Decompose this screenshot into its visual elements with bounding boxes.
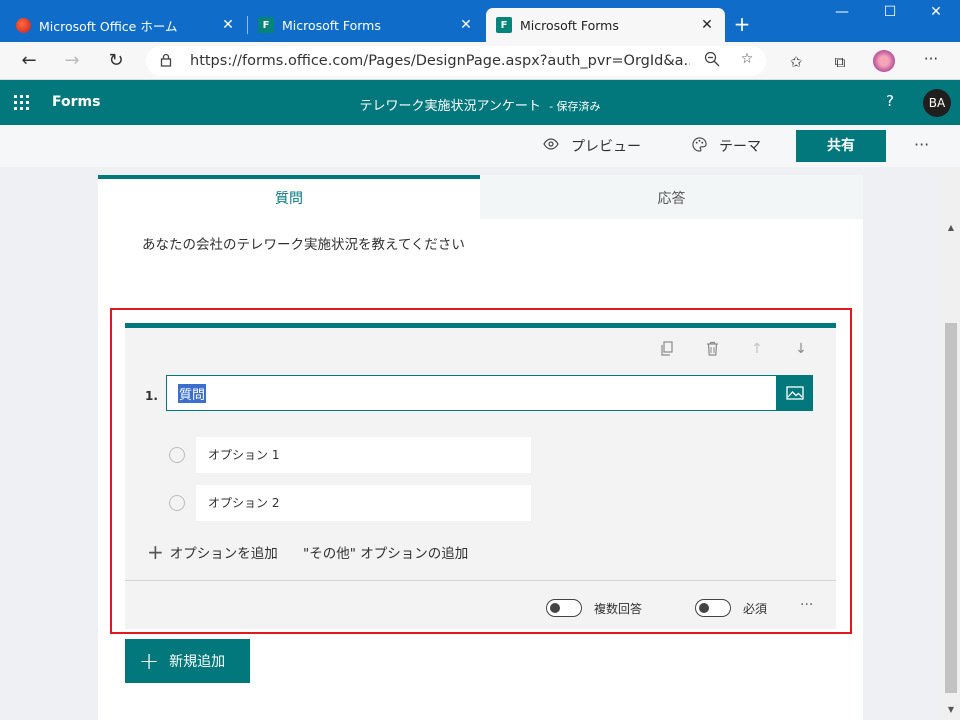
copy-icon[interactable] bbox=[657, 341, 677, 360]
favorites-icon[interactable]: ✩ bbox=[785, 53, 807, 71]
required-toggle[interactable] bbox=[695, 599, 731, 617]
option-input[interactable]: オプション 2 bbox=[196, 485, 531, 521]
back-button[interactable]: ← bbox=[16, 48, 42, 74]
zoom-icon[interactable] bbox=[702, 51, 722, 71]
preview-button[interactable]: プレビュー bbox=[543, 136, 641, 156]
command-bar: プレビュー テーマ 共有 ··· bbox=[0, 125, 960, 167]
form-description[interactable]: あなたの会社のテレワーク実施状況を教えてください bbox=[142, 233, 465, 253]
forms-icon: F bbox=[258, 17, 274, 33]
url-text[interactable]: https://forms.office.com/Pages/DesignPag… bbox=[190, 53, 690, 69]
plus-icon: + bbox=[139, 647, 160, 675]
theme-button[interactable]: テーマ bbox=[692, 136, 761, 156]
question-number: 1. bbox=[145, 389, 158, 403]
avatar[interactable]: BA bbox=[923, 89, 951, 117]
forms-app-bar: Forms テレワーク実施状況アンケート - 保存済み ? BA bbox=[0, 80, 960, 125]
add-option-label: オプションを追加 bbox=[169, 546, 278, 562]
required-label: 必須 bbox=[743, 602, 768, 616]
lock-icon bbox=[160, 53, 176, 70]
tab-title: Microsoft Office ホーム bbox=[39, 18, 178, 34]
question-title-text[interactable]: 質問 bbox=[178, 383, 207, 403]
eye-icon bbox=[543, 138, 559, 154]
scroll-up-arrow-icon[interactable]: ▲ bbox=[942, 223, 960, 232]
more-options-icon[interactable]: ··· bbox=[914, 135, 929, 154]
address-toolbar: ← → ↻ https://forms.office.com/Pages/Des… bbox=[0, 42, 960, 80]
forms-icon: F bbox=[496, 17, 512, 33]
favorite-star-icon[interactable]: ☆ bbox=[737, 51, 757, 67]
radio-icon bbox=[169, 495, 185, 511]
form-title-bar: テレワーク実施状況アンケート - 保存済み bbox=[0, 95, 960, 114]
office-icon bbox=[16, 17, 31, 33]
plus-icon: + bbox=[147, 540, 164, 564]
delete-icon[interactable] bbox=[702, 341, 722, 360]
question-card: ↑ ↓ 1. 質問 オプション 1 オプション 2 + オプションを追加 "その… bbox=[125, 323, 836, 629]
vertical-scrollbar[interactable]: ▲ ▼ bbox=[942, 167, 960, 720]
tab-responses[interactable]: 応答 bbox=[480, 175, 863, 219]
scrollbar-thumb[interactable] bbox=[945, 323, 957, 693]
option-row: オプション 1 bbox=[169, 437, 569, 473]
theme-label: テーマ bbox=[719, 139, 761, 155]
tab-title: Microsoft Forms bbox=[282, 17, 381, 33]
add-other-option-button[interactable]: "その他" オプションの追加 bbox=[303, 542, 468, 562]
tab-title: Microsoft Forms bbox=[520, 17, 619, 33]
saved-status: - 保存済み bbox=[549, 100, 601, 113]
insert-image-button[interactable] bbox=[776, 375, 813, 411]
refresh-button[interactable]: ↻ bbox=[103, 48, 129, 74]
question-footer: 複数回答 必須 ··· bbox=[125, 580, 836, 629]
add-new-label: 新規追加 bbox=[169, 654, 226, 670]
question-more-icon[interactable]: ··· bbox=[800, 597, 813, 613]
settings-more-icon[interactable]: ··· bbox=[920, 50, 942, 68]
browser-tab-forms[interactable]: F Microsoft Forms ✕ bbox=[248, 8, 484, 42]
maximize-button[interactable]: ☐ bbox=[870, 4, 910, 20]
close-icon[interactable]: ✕ bbox=[220, 17, 236, 33]
add-new-button[interactable]: + 新規追加 bbox=[125, 639, 250, 683]
share-button[interactable]: 共有 bbox=[796, 130, 886, 162]
preview-label: プレビュー bbox=[571, 139, 641, 155]
help-button[interactable]: ? bbox=[886, 92, 894, 110]
browser-tab-office-home[interactable]: Microsoft Office ホーム ✕ bbox=[6, 8, 246, 42]
forward-button[interactable]: → bbox=[59, 48, 85, 74]
multiple-answers-label: 複数回答 bbox=[594, 602, 643, 616]
tab-questions[interactable]: 質問 bbox=[98, 175, 480, 219]
move-down-arrow-icon[interactable]: ↓ bbox=[791, 341, 811, 357]
window-close-button[interactable]: ✕ bbox=[916, 4, 956, 20]
scroll-down-arrow-icon[interactable]: ▼ bbox=[942, 705, 960, 714]
address-bar[interactable]: https://forms.office.com/Pages/DesignPag… bbox=[146, 46, 766, 76]
add-option-button[interactable]: + オプションを追加 bbox=[147, 542, 278, 562]
form-title: テレワーク実施状況アンケート bbox=[359, 99, 541, 114]
close-icon[interactable]: ✕ bbox=[458, 17, 474, 33]
multiple-answers-toggle[interactable] bbox=[546, 599, 582, 617]
minimize-button[interactable]: — bbox=[822, 4, 862, 20]
panel-tabs: 質問 応答 bbox=[98, 175, 863, 219]
new-tab-button[interactable]: + bbox=[731, 12, 753, 36]
palette-icon bbox=[692, 136, 707, 156]
image-icon bbox=[785, 386, 804, 400]
question-title-input[interactable]: 質問 bbox=[166, 375, 777, 411]
browser-tab-forms-active[interactable]: F Microsoft Forms ✕ bbox=[486, 8, 725, 42]
collections-icon[interactable]: ⧉ bbox=[829, 53, 851, 71]
profile-icon[interactable] bbox=[873, 50, 895, 72]
close-icon[interactable]: ✕ bbox=[699, 17, 715, 33]
radio-icon bbox=[169, 447, 185, 463]
move-up-arrow-icon[interactable]: ↑ bbox=[747, 341, 767, 357]
option-input[interactable]: オプション 1 bbox=[196, 437, 531, 473]
browser-tab-bar: Microsoft Office ホーム ✕ F Microsoft Forms… bbox=[0, 0, 960, 42]
option-row: オプション 2 bbox=[169, 485, 569, 521]
